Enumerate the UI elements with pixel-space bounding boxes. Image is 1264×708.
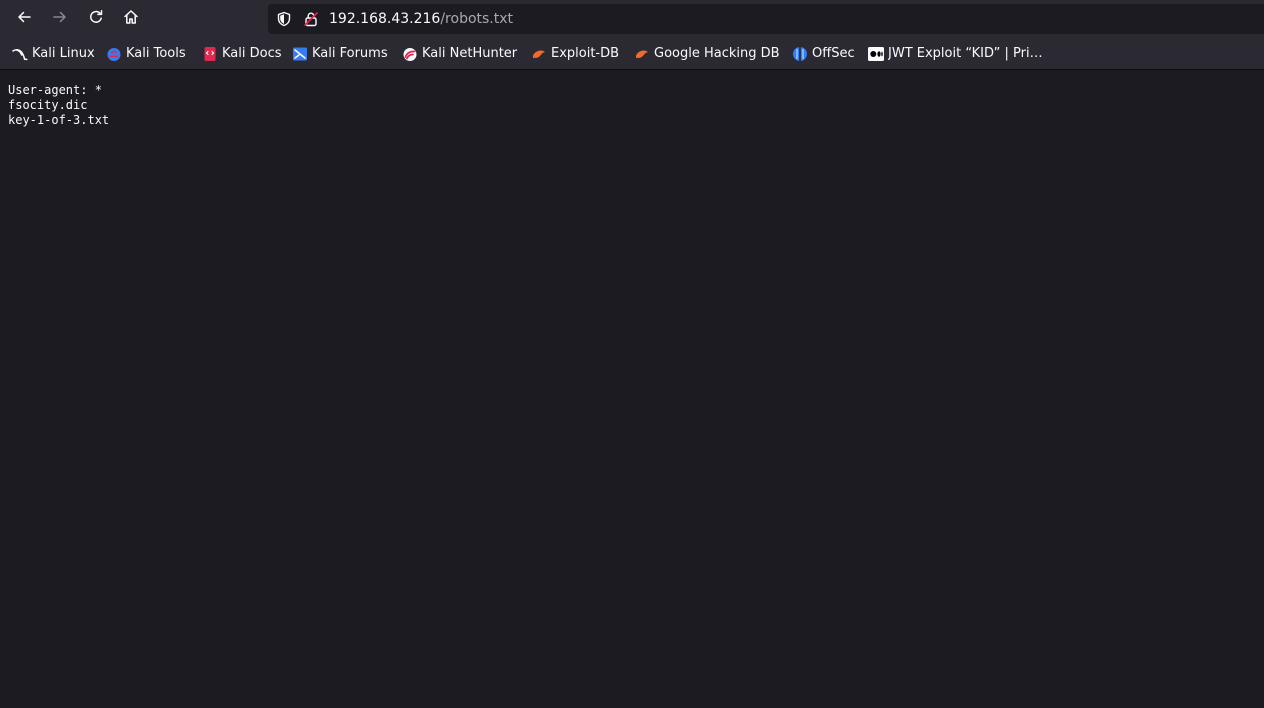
bookmark-exploit-db[interactable]: Exploit-DB	[531, 38, 619, 70]
back-button[interactable]	[10, 5, 38, 33]
page-content: User-agent: * fsocity.dic key-1-of-3.txt	[0, 71, 1264, 708]
kali-docs-icon	[202, 46, 218, 62]
bookmark-offsec[interactable]: OffSec	[792, 38, 855, 70]
insecure-lock-icon[interactable]	[303, 11, 319, 27]
bookmark-label: Google Hacking DB	[654, 46, 780, 61]
robots-line: fsocity.dic	[8, 98, 88, 112]
home-button[interactable]	[117, 5, 145, 33]
bookmark-kali-linux[interactable]: Kali Linux	[12, 38, 95, 70]
nethunter-icon	[402, 46, 418, 62]
arrow-right-icon	[52, 9, 68, 29]
ghdb-icon	[634, 46, 650, 62]
bookmark-label: Kali Linux	[32, 46, 95, 61]
url-text[interactable]: 192.168.43.216/robots.txt	[329, 10, 513, 28]
bookmark-label: Kali Docs	[222, 46, 282, 61]
reload-icon	[88, 9, 104, 29]
bookmark-jwt-exploit[interactable]: JWT Exploit “KID” | Pri…	[868, 38, 1043, 70]
offsec-icon	[792, 46, 808, 62]
forward-button[interactable]	[46, 5, 74, 33]
bookmark-label: Kali Tools	[126, 46, 186, 61]
bookmark-kali-nethunter[interactable]: Kali NetHunter	[402, 38, 517, 70]
bookmark-label: Exploit-DB	[551, 46, 620, 61]
bookmark-kali-forums[interactable]: Kali Forums	[292, 38, 388, 70]
arrow-left-icon	[16, 9, 32, 29]
home-icon	[123, 9, 139, 29]
kali-forums-icon	[292, 46, 308, 62]
shield-icon[interactable]	[276, 11, 292, 27]
url-path: /robots.txt	[440, 11, 514, 27]
bookmark-google-hacking-db[interactable]: Google Hacking DB	[634, 38, 780, 70]
reload-button[interactable]	[82, 5, 110, 33]
nav-toolbar: 192.168.43.216/robots.txt	[0, 0, 1264, 38]
kali-dragon-icon	[12, 46, 28, 62]
bookmarks-toolbar: Kali Linux Kali Tools Kali Docs Kali For…	[0, 38, 1264, 70]
exploit-db-icon	[531, 46, 547, 62]
robots-line: User-agent: *	[8, 83, 102, 97]
bookmark-kali-tools[interactable]: Kali Tools	[106, 38, 186, 70]
bookmark-kali-docs[interactable]: Kali Docs	[202, 38, 282, 70]
robots-txt-content: User-agent: * fsocity.dic key-1-of-3.txt	[8, 83, 109, 128]
url-host: 192.168.43.216	[329, 11, 441, 27]
bookmark-label: JWT Exploit “KID” | Pri…	[888, 46, 1043, 61]
bookmark-label: Kali NetHunter	[422, 46, 518, 61]
url-bar[interactable]: 192.168.43.216/robots.txt	[268, 4, 1264, 34]
medium-icon	[868, 46, 884, 62]
kali-tools-icon	[106, 46, 122, 62]
bookmark-label: OffSec	[812, 46, 855, 61]
robots-line: key-1-of-3.txt	[8, 113, 110, 127]
bookmark-label: Kali Forums	[312, 46, 388, 61]
